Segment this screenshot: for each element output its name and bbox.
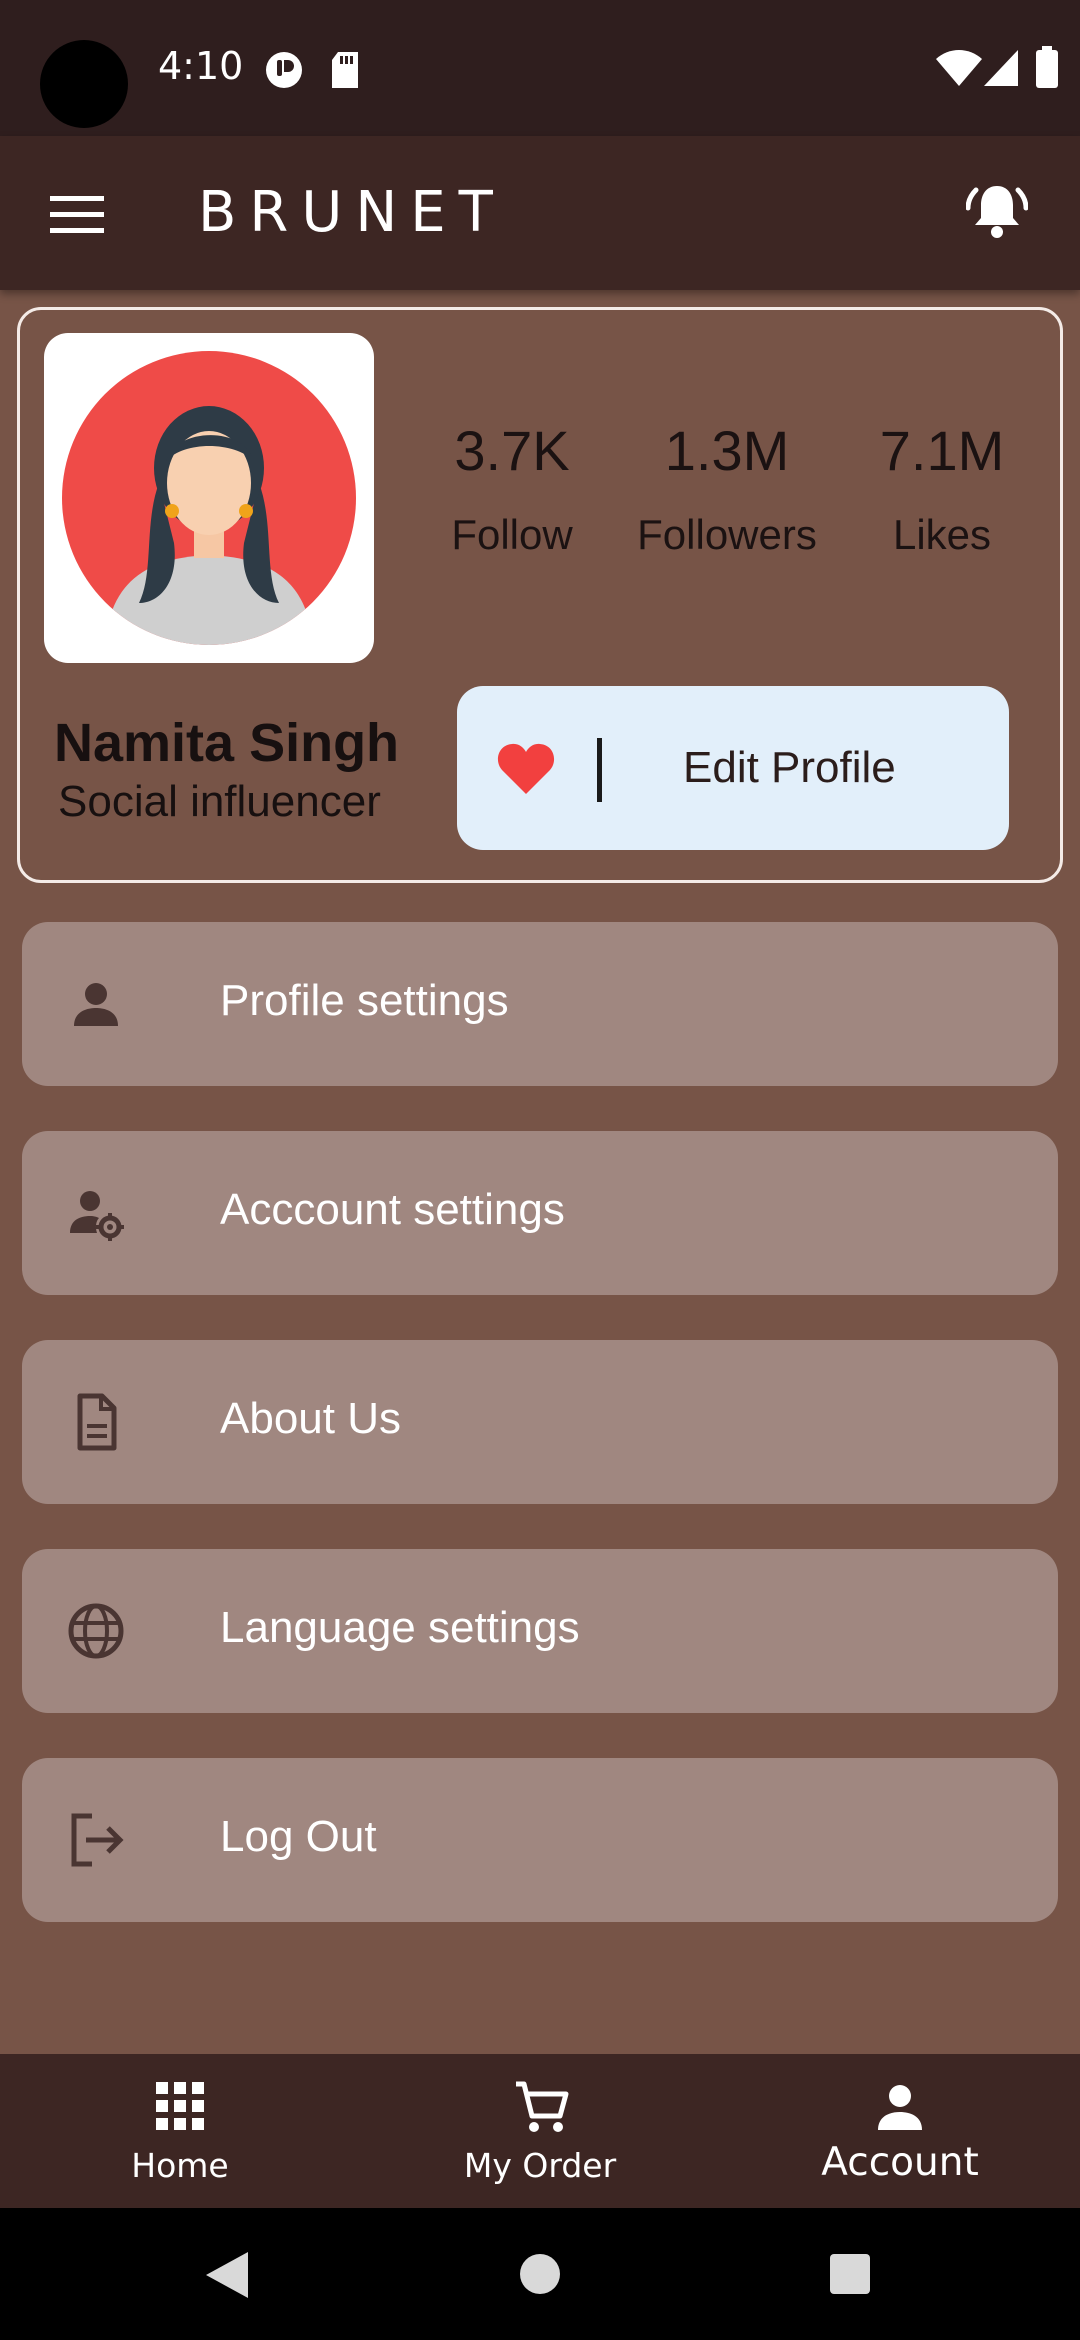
signal-icon bbox=[984, 50, 1018, 86]
nav-item-account[interactable]: Account bbox=[720, 2054, 1080, 2208]
edit-profile-button[interactable]: Edit Profile bbox=[457, 686, 1009, 850]
logout-icon bbox=[71, 1813, 124, 1867]
globe-icon bbox=[68, 1603, 124, 1659]
battery-icon bbox=[1036, 46, 1058, 88]
edit-profile-label: Edit Profile bbox=[683, 743, 896, 792]
menu-item-label: Language settings bbox=[220, 1603, 580, 1652]
button-divider bbox=[597, 738, 602, 802]
recents-icon[interactable] bbox=[830, 2254, 870, 2294]
heart-icon bbox=[497, 743, 555, 794]
profile-name: Namita Singh bbox=[54, 713, 400, 773]
menu-item-label: About Us bbox=[220, 1394, 401, 1443]
menu-item-profile-settings[interactable]: Profile settings bbox=[22, 922, 1058, 1086]
cart-icon bbox=[516, 2081, 569, 2132]
app-notification-icon bbox=[266, 52, 302, 88]
status-bar: 4:10 bbox=[0, 0, 1080, 136]
menu-item-label: Log Out bbox=[220, 1812, 377, 1861]
stat-value: 7.1M bbox=[879, 419, 1005, 482]
grid-icon bbox=[156, 2082, 204, 2130]
status-time: 4:10 bbox=[158, 44, 244, 88]
back-icon[interactable] bbox=[204, 2252, 248, 2298]
menu-item-log-out[interactable]: Log Out bbox=[22, 1758, 1058, 1922]
stat-label: Likes bbox=[892, 511, 992, 558]
nav-label: Home bbox=[131, 2146, 229, 2185]
nav-item-my-order[interactable]: My Order bbox=[360, 2054, 720, 2208]
menu-item-label: Profile settings bbox=[220, 976, 509, 1025]
avatar[interactable] bbox=[44, 333, 374, 663]
menu-item-about-us[interactable]: About Us bbox=[22, 1340, 1058, 1504]
profile-card: 3.7K Follow 1.3M Followers 7.1M Likes Na… bbox=[17, 307, 1063, 883]
stat-followers[interactable]: 1.3M Followers bbox=[627, 418, 827, 559]
menu-icon[interactable] bbox=[50, 194, 104, 234]
nav-label: My Order bbox=[463, 2146, 617, 2185]
avatar-illustration bbox=[62, 351, 356, 645]
menu-item-label: Acccount settings bbox=[220, 1185, 565, 1234]
menu-item-language-settings[interactable]: Language settings bbox=[22, 1549, 1058, 1713]
bell-icon[interactable] bbox=[966, 180, 1028, 242]
home-icon[interactable] bbox=[520, 2254, 560, 2294]
nav-item-home[interactable]: Home bbox=[0, 2054, 360, 2208]
stat-value: 1.3M bbox=[664, 419, 790, 482]
document-icon bbox=[77, 1393, 117, 1451]
stat-follow[interactable]: 3.7K Follow bbox=[412, 418, 612, 559]
stat-label: Followers bbox=[637, 511, 817, 558]
stat-likes[interactable]: 7.1M Likes bbox=[842, 418, 1042, 559]
profile-role: Social influencer bbox=[58, 777, 381, 826]
person-icon bbox=[74, 983, 118, 1026]
nav-label: Account bbox=[821, 2140, 979, 2185]
app-bar: BRUNET bbox=[0, 136, 1080, 290]
bottom-nav: Home My Order Account bbox=[0, 2054, 1080, 2208]
app-title: BRUNET bbox=[198, 180, 506, 245]
menu-item-account-settings[interactable]: Acccount settings bbox=[22, 1131, 1058, 1295]
camera-hole bbox=[40, 40, 128, 128]
stat-label: Follow bbox=[451, 511, 573, 558]
system-nav-bar bbox=[0, 2208, 1080, 2340]
stat-value: 3.7K bbox=[454, 419, 570, 482]
wifi-icon bbox=[936, 50, 982, 86]
person-gear-icon bbox=[70, 1191, 124, 1241]
person-icon bbox=[878, 2085, 922, 2130]
sd-card-icon bbox=[332, 52, 358, 88]
